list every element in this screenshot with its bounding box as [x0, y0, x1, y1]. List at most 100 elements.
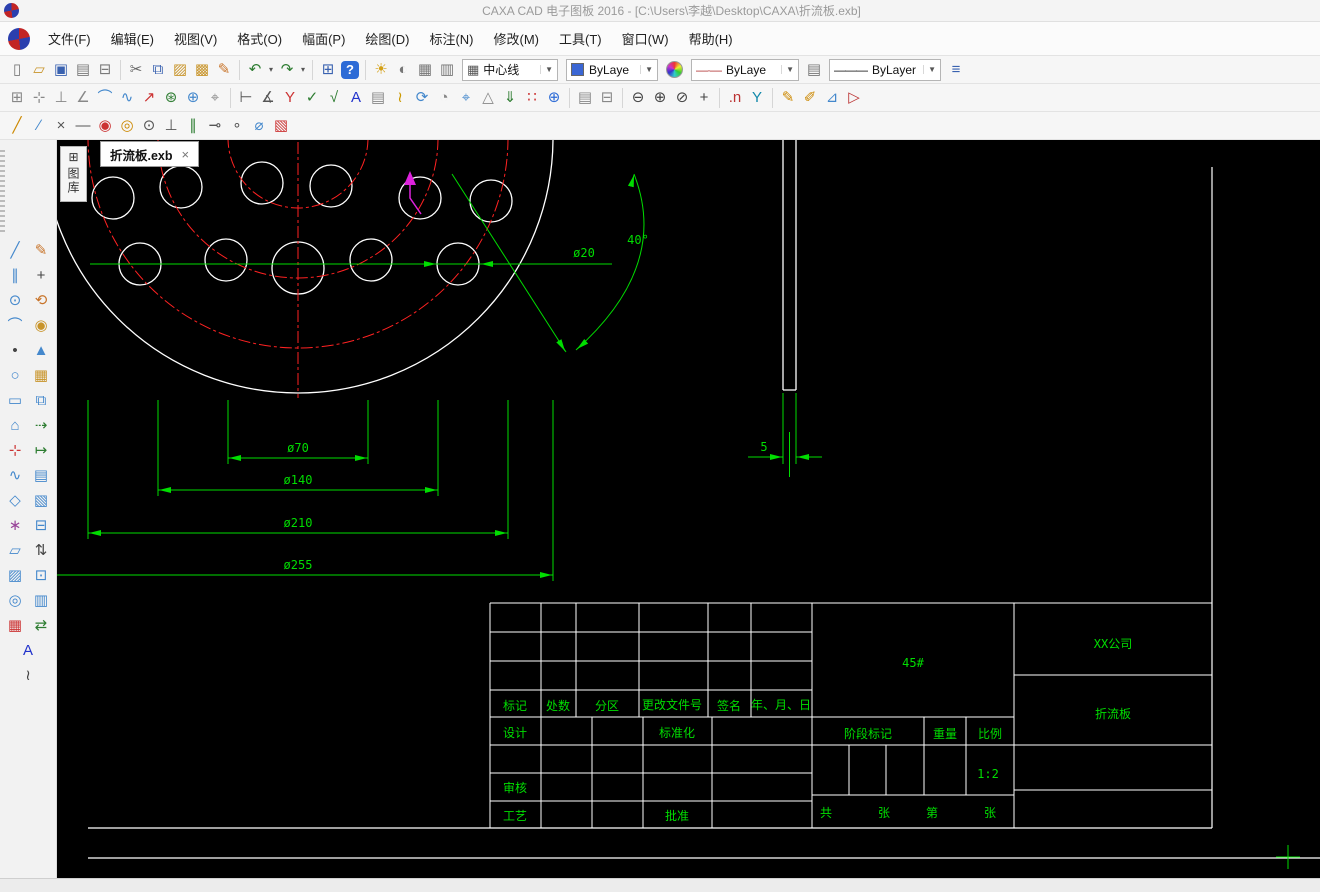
format-brush-icon[interactable]: ✎ [213, 59, 235, 81]
open-file-icon[interactable]: ▱ [28, 59, 50, 81]
redo-icon[interactable]: ↷ [276, 59, 298, 81]
center-circle-icon[interactable]: ◉ [94, 115, 116, 137]
ortho-icon[interactable]: ⊥ [50, 87, 72, 109]
library-panel-tab[interactable]: ⊞ 图库 [60, 146, 87, 202]
download-style-icon[interactable]: ⇓ [499, 87, 521, 109]
quick-select-icon[interactable]: Y [746, 87, 768, 109]
tolerance-icon[interactable]: √ [323, 87, 345, 109]
array-icon[interactable]: ∷ [521, 87, 543, 109]
panel-grip[interactable] [0, 150, 5, 235]
linetype-combobox[interactable]: —·— ByLaye ▼ [691, 58, 799, 81]
angle-dim-icon[interactable]: ∡ [257, 87, 279, 109]
layer-state-icon[interactable]: ◐ [392, 59, 414, 81]
menu-item[interactable]: 幅面(P) [292, 24, 355, 53]
menu-item[interactable]: 窗口(W) [612, 24, 679, 53]
zoom-window-icon[interactable]: ⊘ [671, 87, 693, 109]
horizontal-line-icon[interactable]: — [72, 115, 94, 137]
menu-item[interactable]: 格式(O) [227, 24, 292, 53]
ellipse-tool-icon[interactable]: ○ [3, 364, 27, 388]
measure-icon[interactable]: ⊿ [821, 87, 843, 109]
table-tool-icon[interactable]: ⊟ [29, 514, 53, 538]
text-tool-icon[interactable]: A [345, 87, 367, 109]
copy-icon[interactable]: ⧉ [147, 59, 169, 81]
three-point-circle-icon[interactable]: ⊙ [138, 115, 160, 137]
menu-item[interactable]: 帮助(H) [679, 24, 743, 53]
perpendicular-icon[interactable]: ⊥ [160, 115, 182, 137]
menu-item[interactable]: 文件(F) [38, 24, 101, 53]
target-circle-icon[interactable]: ◉ [29, 314, 53, 338]
arc-tool-icon[interactable]: ⌒ [3, 314, 27, 338]
close-icon[interactable]: × [182, 147, 190, 162]
arc-tool-icon[interactable]: ⌒ [94, 87, 116, 109]
paste-special-icon[interactable]: ▩ [191, 59, 213, 81]
document-tab[interactable]: 折流板.exb × [100, 141, 200, 167]
sphere-icon[interactable]: ⊕ [543, 87, 565, 109]
redo-dropdown-icon[interactable]: ▾ [298, 59, 308, 81]
point-tool-icon[interactable]: • [3, 339, 27, 363]
insert-icon[interactable]: ⊕ [182, 87, 204, 109]
save-icon[interactable]: ▣ [50, 59, 72, 81]
polygon-tool-icon[interactable]: ⌂ [3, 414, 27, 438]
mirror-tool-icon[interactable]: ▲ [29, 339, 53, 363]
menu-item[interactable]: 视图(V) [164, 24, 227, 53]
cad-canvas[interactable]: ø70 ø140 ø210 ø255 ø20 40° 5 标记 处数 分区 更改… [57, 140, 1320, 878]
diameter-icon[interactable]: ⌀ [248, 115, 270, 137]
grid-red-icon[interactable]: ▦ [3, 614, 27, 638]
center-mark-icon[interactable]: ⌖ [455, 87, 477, 109]
offset-icon[interactable]: ⇢ [29, 414, 53, 438]
ole-object-icon[interactable]: ⊞ [317, 59, 339, 81]
zoom-in-icon[interactable]: ⊕ [649, 87, 671, 109]
move-tool-icon[interactable]: + [29, 264, 53, 288]
parallel-icon[interactable]: ∥ [182, 115, 204, 137]
lineweight-combobox[interactable]: ——— ByLayer ▼ [829, 58, 941, 81]
menu-item[interactable]: 绘图(D) [355, 24, 419, 53]
centerline-tool-icon[interactable]: ⊹ [3, 439, 27, 463]
copy-shape-icon[interactable]: ⧉ [29, 389, 53, 413]
image-icon[interactable]: ▤ [367, 87, 389, 109]
layer-tool-icon[interactable]: ▥ [436, 59, 458, 81]
linear-dim-icon[interactable]: ⊢ [235, 87, 257, 109]
rectangle-tool-icon[interactable]: ▭ [3, 389, 27, 413]
print-preview-icon[interactable]: ▤ [72, 59, 94, 81]
break-icon[interactable]: ⊛ [160, 87, 182, 109]
hatch-red-icon[interactable]: ▧ [270, 115, 292, 137]
print-icon[interactable]: ⊟ [94, 59, 116, 81]
triangle-tool-icon[interactable]: △ [477, 87, 499, 109]
locate-icon[interactable]: ⌖ [204, 87, 226, 109]
help-icon[interactable]: ? [341, 60, 359, 79]
parallel-line-icon[interactable]: ∥ [3, 264, 27, 288]
image-panel-icon[interactable]: ▤ [29, 464, 53, 488]
ring-tool-icon[interactable]: ◎ [3, 589, 27, 613]
polar-icon[interactable]: ∠ [72, 87, 94, 109]
caxa-app-icon[interactable] [8, 27, 30, 50]
arrow-tool-icon[interactable]: ↗ [138, 87, 160, 109]
layer-combobox[interactable]: ▦ 中心线 ▼ [462, 58, 558, 81]
formula-tool-icon[interactable]: ∗ [3, 514, 27, 538]
drawing-canvas-area[interactable]: ⊞ 图库 折流板.exb × ø70 ø140 ø210 ø255 ø20 40… [57, 140, 1320, 878]
regen-icon[interactable]: ◔ [433, 87, 455, 109]
color-combobox[interactable]: ByLaye ▼ [566, 58, 658, 81]
circle-tool-icon[interactable]: ⊙ [3, 289, 27, 313]
name-filter-icon[interactable]: .n [724, 87, 746, 109]
tangent-icon[interactable]: ⊸ [204, 115, 226, 137]
layer-manager-icon[interactable]: ▦ [414, 59, 436, 81]
rotate-tool-icon[interactable]: ⟲ [29, 289, 53, 313]
cut-icon[interactable]: ✂ [125, 59, 147, 81]
property-brush-icon[interactable]: ✐ [799, 87, 821, 109]
fill-tool-icon[interactable]: ▨ [3, 564, 27, 588]
text-tool-icon[interactable]: A [16, 639, 40, 663]
list-icon[interactable]: ▥ [29, 589, 53, 613]
explode-icon[interactable]: ≀ [389, 87, 411, 109]
extend-icon[interactable]: ↦ [29, 439, 53, 463]
lineweight-manager-icon[interactable]: ≡ [945, 59, 967, 81]
polyline-tool-icon[interactable]: ◇ [3, 489, 27, 513]
menu-item[interactable]: 标注(N) [419, 24, 483, 53]
leader-icon[interactable]: Y [279, 87, 301, 109]
linetype-manager-icon[interactable]: ▤ [803, 59, 825, 81]
style-brush-icon[interactable]: ✎ [777, 87, 799, 109]
angle-line-icon[interactable]: ∕ [28, 115, 50, 137]
undo-icon[interactable]: ↶ [244, 59, 266, 81]
sketch-tool-icon[interactable]: ▱ [3, 539, 27, 563]
array-tool-icon[interactable]: ▦ [29, 364, 53, 388]
wave-tool-icon[interactable]: ≀ [16, 664, 40, 688]
